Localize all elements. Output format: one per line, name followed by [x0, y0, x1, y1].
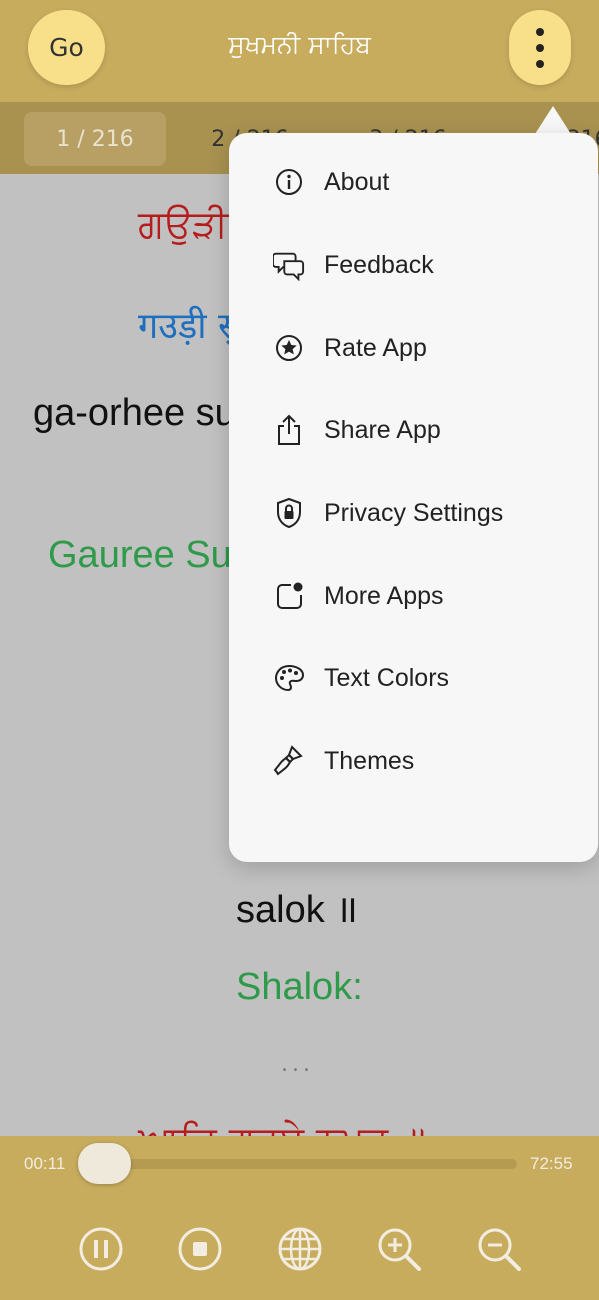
menu-item-label: Privacy Settings: [324, 498, 504, 527]
stop-icon: [178, 1227, 222, 1271]
pause-icon: [79, 1227, 123, 1271]
menu-item-label: About: [324, 167, 390, 196]
language-button[interactable]: [277, 1226, 323, 1272]
menu-item-label: Themes: [324, 746, 415, 775]
menu-item-label: More Apps: [324, 581, 444, 610]
menu-item-about[interactable]: About: [229, 147, 598, 217]
globe-icon: [278, 1227, 322, 1271]
separator-dots: ...: [281, 1052, 314, 1077]
tab-page-1[interactable]: 1 / 216: [24, 112, 166, 166]
more-options-icon-dot: [536, 44, 544, 52]
menu-item-text-colors[interactable]: Text Colors: [229, 643, 598, 713]
palette-icon: [273, 662, 305, 694]
top-bar: Go ਸੁਖਮਨੀ ਸਾਹਿਬ: [0, 0, 599, 102]
menu-item-label: Rate App: [324, 333, 427, 362]
elapsed-time: 00:11: [24, 1154, 66, 1173]
zoom-out-icon: [478, 1228, 521, 1271]
salok-translation: Shalok:: [236, 966, 363, 1008]
more-options-icon-dot: [536, 60, 544, 68]
zoom-in-button[interactable]: [376, 1226, 422, 1272]
star-icon: [273, 332, 305, 364]
menu-item-label: Text Colors: [324, 663, 450, 692]
app-badge-icon: [273, 580, 305, 612]
more-options-button[interactable]: [509, 10, 571, 85]
progress-track[interactable]: [80, 1159, 517, 1169]
chat-bubbles-icon: [273, 249, 305, 281]
menu-item-more-apps[interactable]: More Apps: [229, 561, 598, 631]
menu-item-rate-app[interactable]: Rate App: [229, 313, 598, 383]
audio-player: 00:11 72:55: [0, 1136, 599, 1300]
pause-button[interactable]: [78, 1226, 124, 1272]
popup-arrow: [535, 106, 571, 134]
progress-slider-thumb[interactable]: [78, 1143, 131, 1184]
zoom-in-icon: [378, 1228, 421, 1271]
shield-lock-icon: [273, 497, 305, 529]
stop-button[interactable]: [177, 1226, 223, 1272]
share-icon: [273, 414, 305, 446]
menu-item-feedback[interactable]: Feedback: [229, 230, 598, 300]
paintbrush-icon: [273, 745, 305, 777]
total-time: 72:55: [530, 1154, 573, 1173]
menu-item-label: Share App: [324, 415, 441, 444]
menu-item-label: Feedback: [324, 250, 434, 279]
options-menu: About Feedback Rate App Share App Privac…: [229, 133, 598, 862]
menu-item-share-app[interactable]: Share App: [229, 395, 598, 465]
more-options-icon: [536, 28, 544, 36]
zoom-out-button[interactable]: [476, 1226, 522, 1272]
salok-transliteration: salok ॥: [236, 889, 359, 931]
next-gurmukhi-line: ਆਦਿ ਗੁਰਏ ਨਮਹ ॥: [138, 1118, 426, 1136]
menu-item-privacy-settings[interactable]: Privacy Settings: [229, 478, 598, 548]
menu-item-themes[interactable]: Themes: [229, 726, 598, 796]
info-icon: [273, 166, 305, 198]
